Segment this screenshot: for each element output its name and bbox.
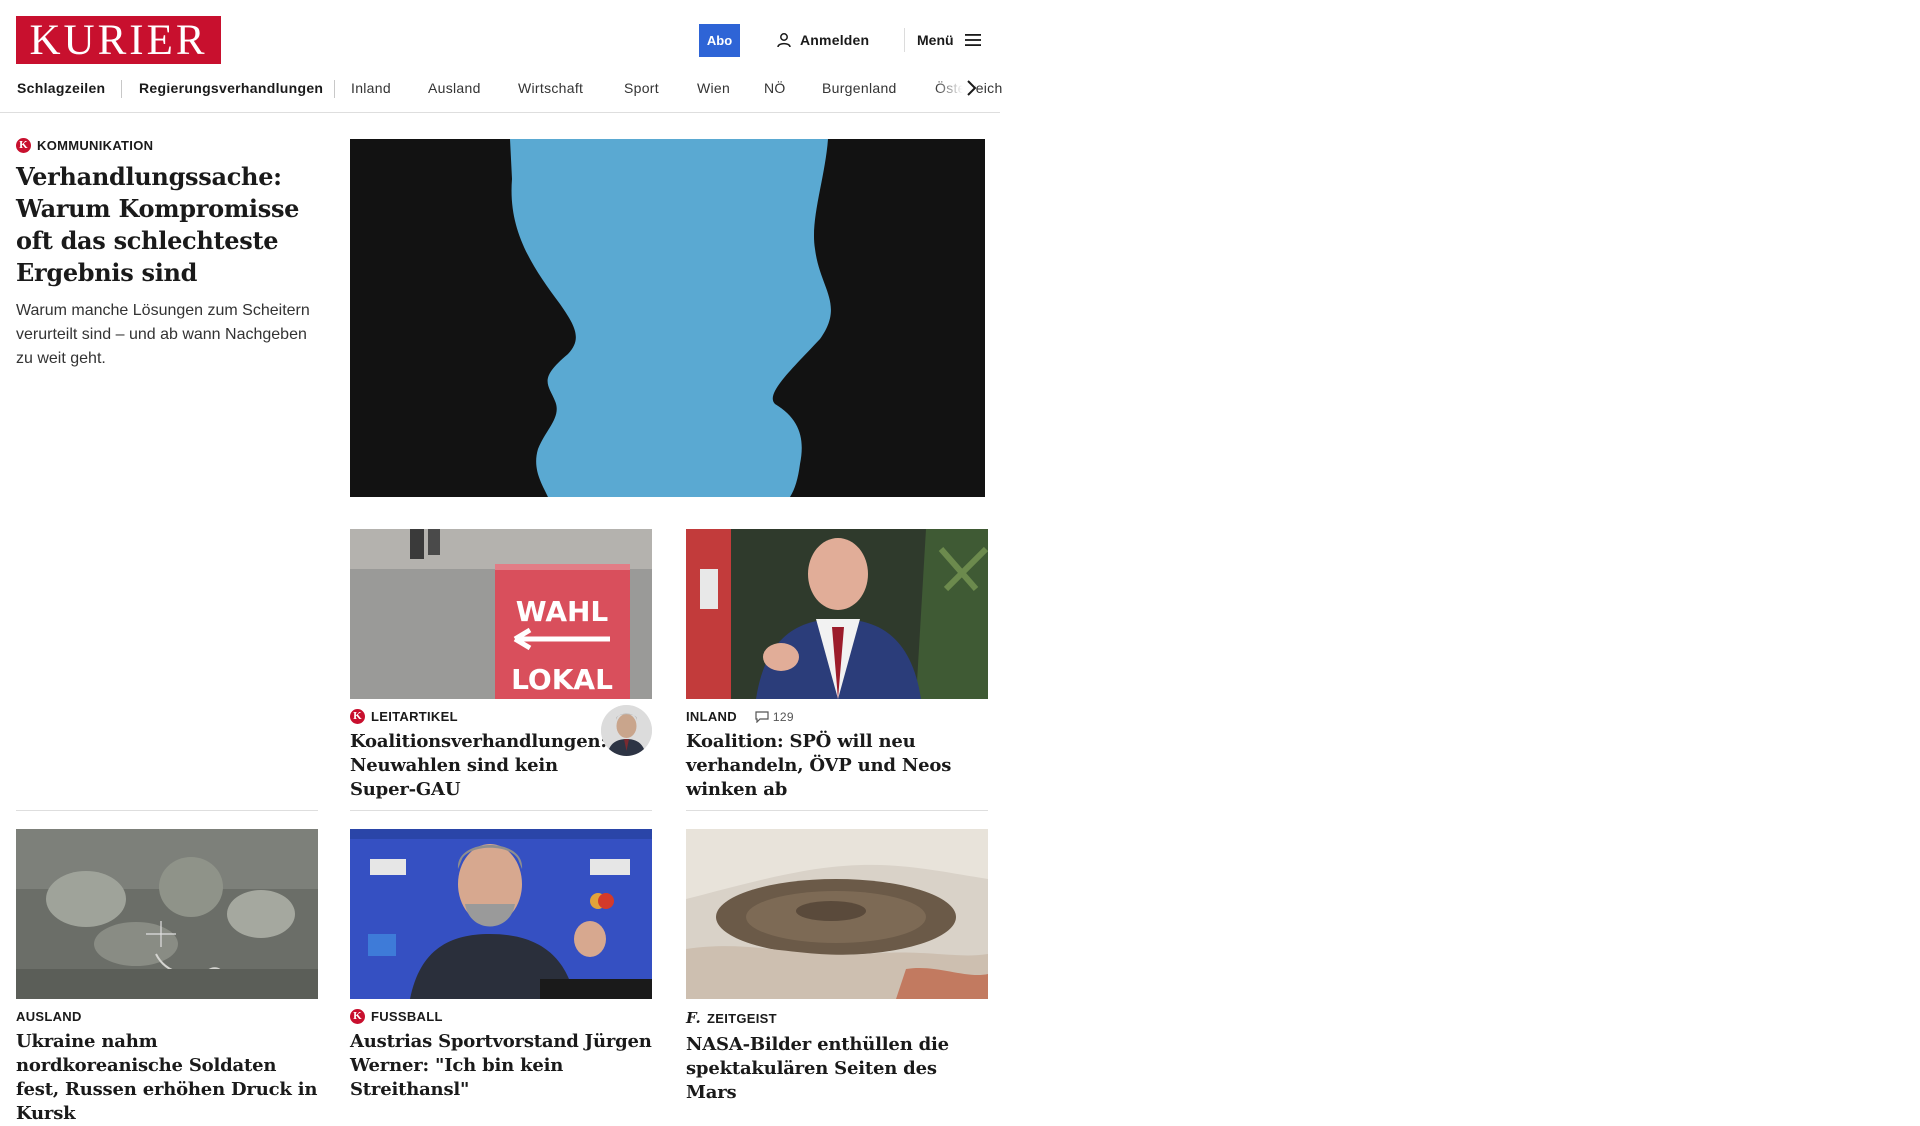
article-title[interactable]: Koalitionsverhandlungen: Neuwahlen sind … <box>350 730 607 802</box>
nav-divider <box>0 112 1000 113</box>
article-kicker: K FUSSBALL <box>350 1009 652 1024</box>
drone-footage-photo <box>16 829 318 999</box>
nav-item-wien[interactable]: Wien <box>697 76 730 100</box>
row-divider <box>16 810 318 811</box>
article-card[interactable]: WAHL LOKAL K LEITARTIKEL Koalitionsverha… <box>350 529 652 802</box>
author-portrait <box>601 705 652 756</box>
header-divider <box>904 28 905 52</box>
comment-count[interactable]: 129 <box>755 710 794 724</box>
article-card[interactable]: f. ZEITGEIST NASA-Bilder enthüllen die s… <box>686 829 988 1105</box>
nav-separator <box>334 80 335 98</box>
lead-title[interactable]: Verhandlungssache: Warum Kompromisse oft… <box>16 161 321 289</box>
article-card[interactable]: K FUSSBALL Austrias Sportvorstand Jürgen… <box>350 829 652 1102</box>
abo-button[interactable]: Abo <box>699 24 740 57</box>
article-kicker-label: INLAND <box>686 709 737 724</box>
mars-surface-photo <box>686 829 988 999</box>
section-nav: Schlagzeilen Regierungsverhandlungen Inl… <box>0 76 1002 112</box>
sign-text-bottom: LOKAL <box>511 663 613 696</box>
comment-icon <box>755 710 769 723</box>
lead-kicker-label: KOMMUNIKATION <box>37 138 154 153</box>
freizeit-badge-icon: f. <box>686 1009 701 1027</box>
nav-item-regierungsverhandlungen[interactable]: Regierungsverhandlungen <box>139 76 323 100</box>
article-image[interactable] <box>686 829 988 999</box>
login-button[interactable]: Anmelden <box>776 28 869 52</box>
lead-kicker: K KOMMUNIKATION <box>16 138 321 153</box>
nav-item-burgenland[interactable]: Burgenland <box>822 76 897 100</box>
kurier-plus-badge-icon: K <box>16 138 31 153</box>
sign-text-top: WAHL <box>516 595 609 628</box>
article-kicker: AUSLAND <box>16 1009 318 1024</box>
page: KURIER Abo Anmelden Menü Schlagzeilen Re… <box>0 0 1920 1124</box>
article-kicker-label: FUSSBALL <box>371 1009 443 1024</box>
nav-item-noe[interactable]: NÖ <box>764 76 786 100</box>
row-divider <box>686 810 988 811</box>
comment-count-value: 129 <box>772 709 794 724</box>
article-image[interactable] <box>16 829 318 999</box>
nav-item-schlagzeilen[interactable]: Schlagzeilen <box>17 76 105 100</box>
nav-item-wirtschaft[interactable]: Wirtschaft <box>518 76 583 100</box>
article-title[interactable]: Ukraine nahm nordkoreanische Soldaten fe… <box>16 1030 318 1126</box>
menu-label: Menü <box>917 32 954 48</box>
nav-item-ausland[interactable]: Ausland <box>428 76 481 100</box>
article-title[interactable]: Austrias Sportvorstand Jürgen Werner: "I… <box>350 1030 652 1102</box>
chevron-right-icon[interactable] <box>964 78 978 98</box>
article-image[interactable] <box>350 829 652 999</box>
nav-item-sport[interactable]: Sport <box>624 76 659 100</box>
article-title[interactable]: NASA-Bilder enthüllen die spektakulären … <box>686 1033 988 1105</box>
nav-item-inland[interactable]: Inland <box>351 76 391 100</box>
kurier-plus-badge-icon: K <box>350 1009 365 1024</box>
menu-button[interactable]: Menü <box>917 28 982 52</box>
article-card[interactable]: INLAND 129 Koalition: SPÖ will neu verha… <box>686 529 988 802</box>
article-kicker-label: LEITARTIKEL <box>371 709 458 724</box>
user-icon <box>777 33 791 48</box>
row-divider <box>350 810 652 811</box>
politician-portrait-photo <box>686 529 988 699</box>
article-kicker-label: AUSLAND <box>16 1009 82 1024</box>
hamburger-icon <box>964 34 981 46</box>
article-kicker: f. ZEITGEIST <box>686 1009 988 1027</box>
login-label: Anmelden <box>800 32 870 48</box>
lead-image[interactable] <box>350 139 985 497</box>
nav-separator <box>121 80 122 98</box>
face-silhouettes-illustration <box>350 139 985 497</box>
kurier-logo[interactable]: KURIER <box>16 16 221 64</box>
kurier-plus-badge-icon: K <box>350 709 365 724</box>
press-conference-photo <box>350 829 652 999</box>
polling-station-sign-photo: WAHL LOKAL <box>350 529 652 699</box>
article-title[interactable]: Koalition: SPÖ will neu verhandeln, ÖVP … <box>686 730 971 802</box>
author-avatar <box>601 705 652 756</box>
article-image[interactable]: WAHL LOKAL <box>350 529 652 699</box>
article-kicker: INLAND 129 <box>686 709 988 724</box>
lead-article[interactable]: K KOMMUNIKATION Verhandlungssache: Warum… <box>16 138 321 371</box>
article-kicker-label: ZEITGEIST <box>707 1010 777 1026</box>
lead-teaser: Warum manche Lösungen zum Scheitern veru… <box>16 302 310 367</box>
article-card[interactable]: AUSLAND Ukraine nahm nordkoreanische Sol… <box>16 829 318 1126</box>
article-image[interactable] <box>686 529 988 699</box>
